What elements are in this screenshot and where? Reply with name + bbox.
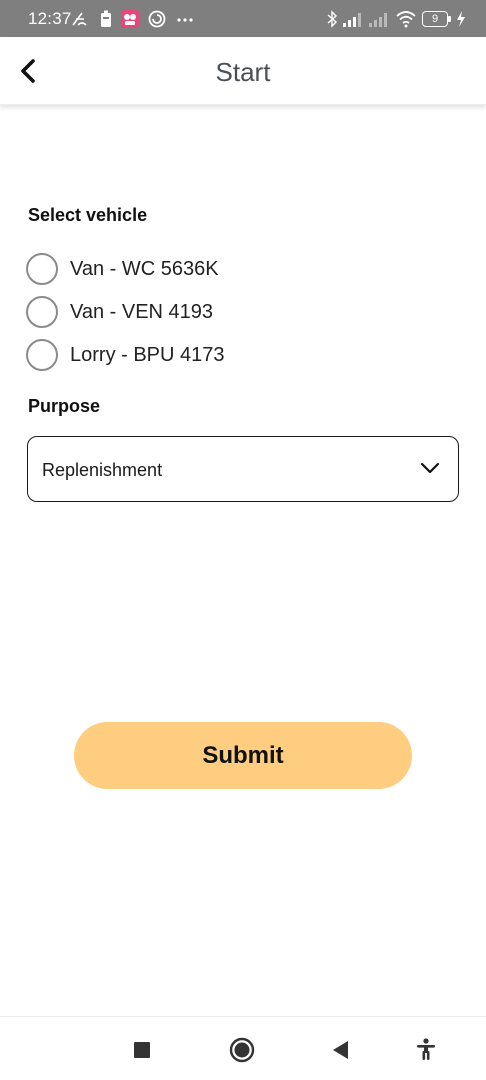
wifi-icon: [396, 11, 416, 28]
submit-button[interactable]: Submit: [74, 722, 412, 789]
status-time: 12:37: [28, 9, 72, 28]
radio-button[interactable]: [26, 296, 58, 328]
vehicle-option-label: Van - WC 5636K: [70, 257, 219, 280]
status-bar: 12:37 9: [0, 0, 486, 37]
vehicle-option-label: Van - VEN 4193: [70, 300, 214, 323]
recents-button[interactable]: [127, 1035, 157, 1065]
radio-button[interactable]: [26, 339, 58, 371]
battery-icon: 9: [422, 10, 452, 28]
app-header: Start: [0, 37, 486, 105]
bluetooth-icon: [327, 10, 338, 28]
purpose-label: Purpose: [28, 396, 101, 416]
more-notifications-icon: [177, 18, 193, 22]
battery-saver-icon: [101, 10, 111, 27]
purpose-select[interactable]: Replenishment: [27, 436, 459, 502]
status-right-icons: 9: [326, 10, 466, 28]
back-nav-button[interactable]: [326, 1035, 356, 1065]
vehicle-option-1[interactable]: Van - WC 5636K: [26, 251, 326, 287]
purpose-select-value: Replenishment: [42, 460, 163, 480]
data-saver-icon: [148, 10, 166, 28]
select-vehicle-label: Select vehicle: [28, 205, 148, 225]
navigation-bar: [0, 1016, 486, 1080]
signal-icon-2: [369, 13, 387, 27]
accessibility-button[interactable]: [411, 1035, 441, 1065]
chevron-down-icon: [420, 462, 440, 474]
recents-icon: [134, 1042, 150, 1058]
home-button[interactable]: [227, 1035, 257, 1065]
charging-icon: [457, 11, 465, 27]
gesture-icon: [72, 12, 87, 26]
signal-icon: [343, 13, 361, 27]
accessibility-icon: [417, 1038, 435, 1060]
page-title: Start: [215, 57, 271, 87]
home-icon: [229, 1037, 255, 1063]
back-icon: [333, 1041, 348, 1059]
app-notification-icon: [121, 10, 139, 28]
battery-level: 9: [431, 13, 439, 25]
vehicle-option-3[interactable]: Lorry - BPU 4173: [26, 337, 326, 373]
vehicle-option-label: Lorry - BPU 4173: [70, 343, 225, 366]
radio-button[interactable]: [26, 253, 58, 285]
vehicle-option-2[interactable]: Van - VEN 4193: [26, 294, 326, 330]
